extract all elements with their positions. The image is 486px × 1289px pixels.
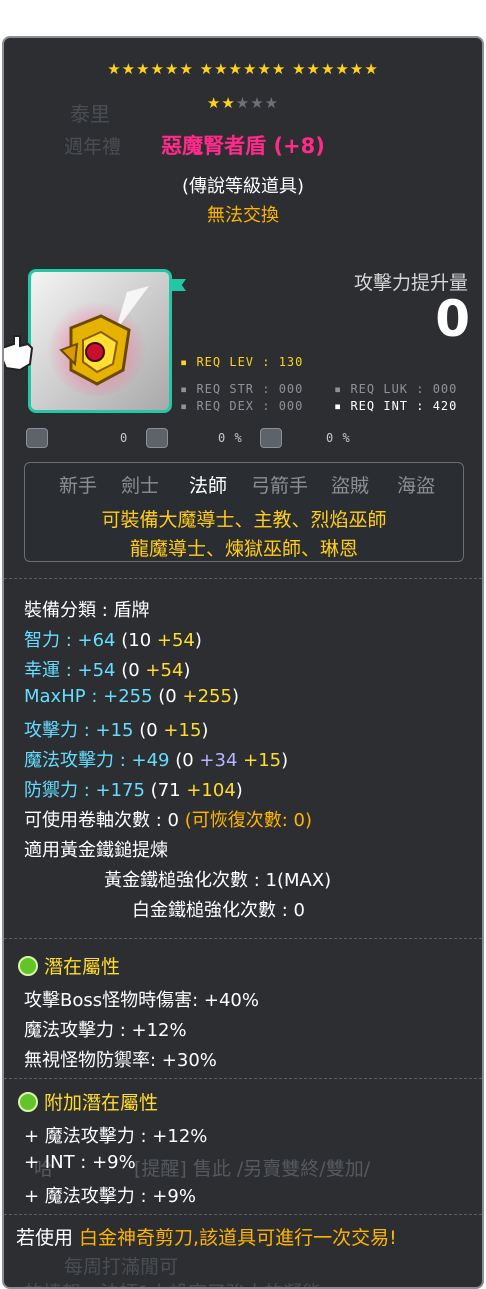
divider (4, 1078, 482, 1080)
job-magician: 法師 (189, 475, 228, 497)
job-thief: 盜賊 (331, 475, 370, 497)
background-chat: [提醒] 售此 /另賣雙終/雙加/ (134, 1158, 371, 1180)
transfer-icon (26, 428, 48, 448)
stat-attack: 攻擊力 : +15 (0 +15) (24, 720, 209, 741)
gold-hammer-count: 黃金鐵槌強化次數 : 1(MAX) (104, 870, 332, 891)
job-beginner: 新手 (59, 475, 98, 497)
star-empty-icon: ★★★ (235, 94, 280, 112)
icon-row-value-3: 0 % (326, 431, 351, 445)
stat-defense: 防禦力 : +175 (71 +104) (24, 780, 243, 801)
req-str: ▪ REQ STR : 000 (180, 382, 304, 396)
potential-line-2: 魔法攻擊力 : +12% (24, 1020, 187, 1041)
equippable-classes-line-1: 可裝備大魔導士、主教、烈焰巫師 (101, 509, 387, 531)
icon-row-value-2: 0 % (218, 431, 243, 445)
job-warrior: 劍士 (121, 475, 160, 497)
divider (4, 938, 482, 940)
hammer-applicable: 適用黃金鐵鎚提煉 (24, 840, 168, 861)
req-int: ▪ REQ INT : 420 (334, 399, 458, 413)
star-filled-icon: ★★ (206, 94, 236, 112)
equipment-category: 裝備分類 : 盾牌 (24, 600, 150, 621)
background-chat: 每周打滿閒可 (64, 1256, 179, 1278)
background-chat: 的憤怒，法師1上設定了強大的凝能 (24, 1278, 321, 1287)
job-pirate: 海盜 (397, 475, 436, 497)
potential-line-3: 無視怪物防禦率: +30% (24, 1050, 217, 1071)
shield-small-icon (260, 428, 282, 448)
legendary-grade-icon (18, 1091, 38, 1112)
star-force-row-2: ★★★★★ (4, 94, 482, 112)
item-grade: (傳說等級道具) (181, 176, 305, 197)
scissors-notice: 若使用 白金神奇剪刀,該道具可進行一次交易! (16, 1227, 397, 1249)
item-tooltip-panel: 泰里 週年禮 哈 [提醒] 售此 /另賣雙終/雙加/ 每周打滿閒可 的憤怒，法師… (2, 36, 484, 1289)
attack-increase-value: 0 (435, 290, 470, 348)
item-name: 惡魔腎者盾 (+8) (161, 134, 325, 158)
item-icon-frame (28, 269, 172, 413)
stat-int: 智力 : +64 (10 +54) (24, 630, 202, 651)
additional-potential-line-3: + 魔法攻擊力 : +9% (24, 1186, 196, 1207)
req-dex: ▪ REQ DEX : 000 (180, 399, 304, 413)
additional-potential-title: 附加潛在屬性 (18, 1088, 158, 1115)
divider (4, 578, 482, 580)
trade-status: 無法交換 (207, 205, 279, 226)
stat-maxhp: MaxHP : +255 (0 +255) (24, 686, 239, 707)
req-luk: ▪ REQ LUK : 000 (334, 382, 458, 396)
hand-cursor-icon (4, 335, 34, 372)
scroll-slots: 可使用卷軸次數 : 0 (可恢復次數: 0) (24, 810, 312, 831)
equippable-classes-line-2: 龍魔導士、煉獄巫師、琳恩 (129, 538, 358, 560)
flag-icon (172, 279, 186, 291)
potential-title: 潛在屬性 (18, 952, 120, 979)
star-force-row: ★★★★★★ ★★★★★★ ★★★★★★ (107, 60, 379, 78)
stat-luk: 幸運 : +54 (0 +54) (24, 660, 191, 681)
platinum-hammer-count: 白金鐵槌強化次數 : 0 (132, 900, 305, 921)
additional-potential-line-2: + INT : +9% (24, 1152, 136, 1173)
icon-row-value-1: 0 (120, 431, 129, 445)
divider (4, 1214, 482, 1216)
legendary-grade-icon (18, 955, 38, 976)
potential-line-1: 攻擊Boss怪物時傷害: +40% (24, 990, 259, 1011)
shield-icon (47, 286, 149, 396)
stat-magic-attack: 魔法攻擊力 : +49 (0 +34 +15) (24, 750, 289, 771)
additional-potential-line-1: + 魔法攻擊力 : +12% (24, 1126, 208, 1147)
upgrade-icon (146, 428, 168, 448)
job-requirements-box: 新手 劍士 法師 弓箭手 盜賊 海盜 可裝備大魔導士、主教、烈焰巫師 龍魔導士、… (24, 462, 464, 562)
req-level: ▪ REQ LEV : 130 (180, 355, 304, 369)
job-archer: 弓箭手 (251, 475, 309, 497)
